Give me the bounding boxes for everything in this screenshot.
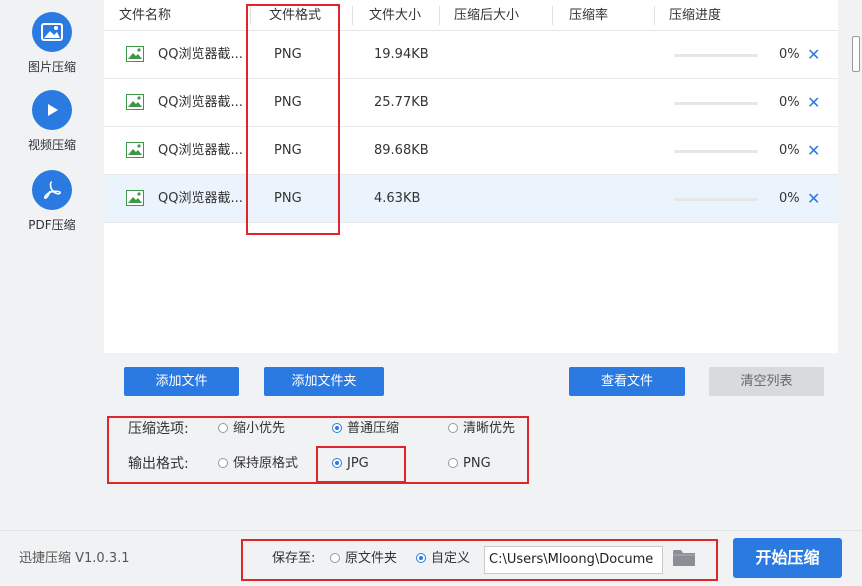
table-row[interactable]: QQ浏览器截... PNG 89.68KB 0% ✕ [104,127,838,175]
radio-circle-icon [448,423,458,433]
radio-circle-icon [448,458,458,468]
radio-selected-icon [332,423,342,433]
image-file-icon [126,94,144,110]
column-header-size[interactable]: 文件大小 [369,0,421,31]
save-path-field[interactable]: C:\Users\Mloong\Docume [484,546,663,574]
remove-file-icon[interactable]: ✕ [807,79,820,127]
file-format: PNG [274,143,302,158]
image-file-icon [126,46,144,62]
action-bar: 添加文件 添加文件夹 查看文件 清空列表 [104,353,838,405]
table-row[interactable]: QQ浏览器截... PNG 4.63KB 0% ✕ [104,175,838,223]
column-divider [250,6,251,25]
footer-bar: 迅捷压缩 V1.0.3.1 保存至: 原文件夹 自定义 C:\Users\Mlo… [0,530,862,586]
file-name: QQ浏览器截... [158,143,243,158]
radio-normal[interactable]: 普通压缩 [332,417,399,441]
radio-circle-icon [218,423,228,433]
sidebar-item-label: 图片压缩 [27,60,76,74]
radio-label: 清晰优先 [463,421,516,436]
right-edge [838,0,862,530]
file-name: QQ浏览器截... [158,95,243,110]
add-folder-button[interactable]: 添加文件夹 [264,367,384,396]
sidebar-item-image-compress[interactable]: 图片压缩 [0,12,104,75]
radio-png[interactable]: PNG [448,452,491,476]
file-format: PNG [274,191,302,206]
remove-file-icon[interactable]: ✕ [807,31,820,79]
progress-bar [674,198,758,201]
radio-selected-icon [332,458,342,468]
radio-keep-format[interactable]: 保持原格式 [218,452,298,476]
folder-icon[interactable] [672,547,696,569]
progress-percent: 0% [779,191,800,206]
sidebar-item-label: PDF压缩 [28,218,76,232]
radio-label: PNG [463,456,491,471]
radio-label: 缩小优先 [233,421,286,436]
radio-label: JPG [347,456,369,471]
radio-label: 普通压缩 [347,421,400,436]
column-divider [654,6,655,25]
play-icon [32,90,72,130]
image-file-icon [126,142,144,158]
progress-percent: 0% [779,95,800,110]
image-file-icon [126,190,144,206]
radio-custom-folder[interactable]: 自定义 [416,547,470,571]
file-size: 89.68KB [374,143,429,158]
column-header-name[interactable]: 文件名称 [119,0,171,31]
column-divider [439,6,440,25]
file-format: PNG [274,47,302,62]
column-divider [552,6,553,25]
progress-bar [674,102,758,105]
file-format: PNG [274,95,302,110]
radio-label: 原文件夹 [345,551,398,566]
window-control[interactable] [852,36,860,72]
sidebar: 图片压缩 视频压缩 PDF压缩 [0,0,104,530]
output-format-label: 输出格式: [128,456,189,472]
radio-circle-icon [330,553,340,563]
table-header: 文件名称 文件格式 文件大小 压缩后大小 压缩率 压缩进度 [104,0,838,31]
radio-original-folder[interactable]: 原文件夹 [330,547,397,571]
output-format-row: 输出格式: 保持原格式 JPG PNG [104,452,838,476]
version-label: 迅捷压缩 V1.0.3.1 [19,551,130,566]
table-row[interactable]: QQ浏览器截... PNG 25.77KB 0% ✕ [104,79,838,127]
column-header-progress[interactable]: 压缩进度 [669,0,721,31]
file-size: 19.94KB [374,47,429,62]
pdf-icon [32,170,72,210]
radio-jpg[interactable]: JPG [332,452,369,476]
file-name: QQ浏览器截... [158,191,243,206]
compress-options-label: 压缩选项: [128,421,189,437]
save-to-label: 保存至: [272,551,316,566]
image-icon [32,12,72,52]
start-compress-button[interactable]: 开始压缩 [733,538,842,578]
sidebar-item-video-compress[interactable]: 视频压缩 [0,90,104,153]
add-file-button[interactable]: 添加文件 [124,367,239,396]
table-row[interactable]: QQ浏览器截... PNG 19.94KB 0% ✕ [104,31,838,79]
radio-label: 自定义 [431,551,471,566]
column-header-format[interactable]: 文件格式 [269,0,321,31]
radio-circle-icon [218,458,228,468]
progress-percent: 0% [779,47,800,62]
progress-bar [674,150,758,153]
remove-file-icon[interactable]: ✕ [807,127,820,175]
sidebar-item-label: 视频压缩 [27,138,76,152]
column-header-ratio[interactable]: 压缩率 [569,0,608,31]
options-panel: 压缩选项: 缩小优先 普通压缩 清晰优先 输出格式: 保持原格式 JPG PNG [104,405,838,530]
file-size: 25.77KB [374,95,429,110]
sidebar-item-pdf-compress[interactable]: PDF压缩 [0,170,104,233]
radio-label: 保持原格式 [233,456,299,471]
radio-clarity[interactable]: 清晰优先 [448,417,515,441]
progress-bar [674,54,758,57]
clear-list-button[interactable]: 清空列表 [709,367,824,396]
compress-options-row: 压缩选项: 缩小优先 普通压缩 清晰优先 [104,417,838,441]
view-file-button[interactable]: 查看文件 [569,367,685,396]
main-panel: 文件名称 文件格式 文件大小 压缩后大小 压缩率 压缩进度 QQ浏览器截... … [104,0,838,530]
file-size: 4.63KB [374,191,421,206]
progress-percent: 0% [779,143,800,158]
radio-smallest[interactable]: 缩小优先 [218,417,285,441]
remove-file-icon[interactable]: ✕ [807,175,820,223]
file-name: QQ浏览器截... [158,47,243,62]
column-header-compressed-size[interactable]: 压缩后大小 [454,0,519,31]
column-divider [352,6,353,25]
radio-selected-icon [416,553,426,563]
